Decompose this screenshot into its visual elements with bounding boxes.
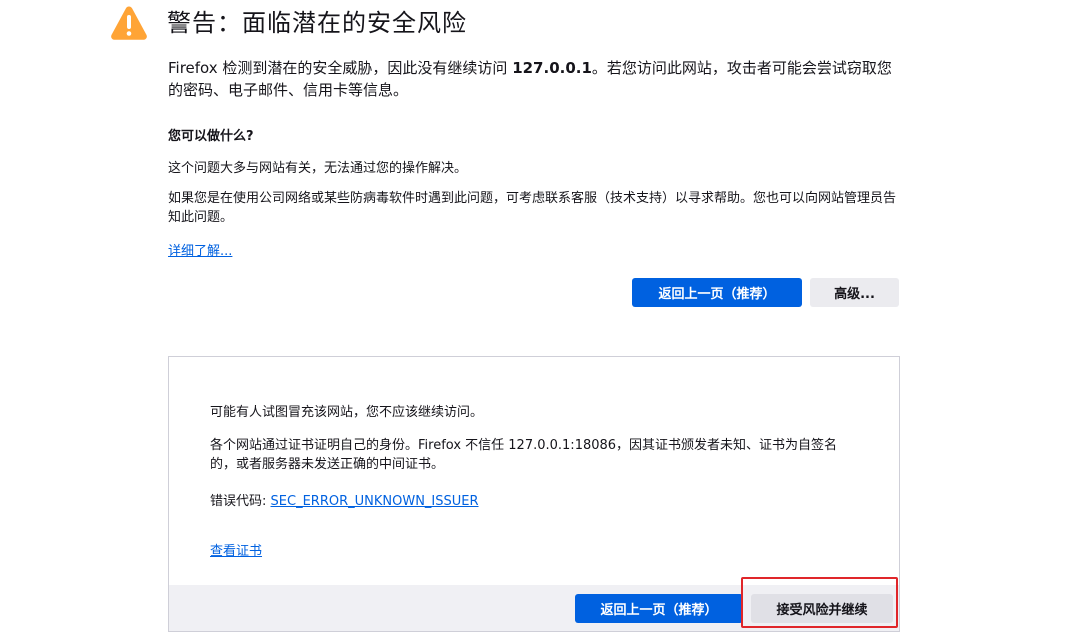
what-to-do-paragraph-1: 这个问题大多与网站有关，无法通过您的操作解决。 <box>168 161 468 176</box>
learn-more-link[interactable]: 详细了解... <box>168 240 232 259</box>
what-to-do-heading: 您可以做什么? <box>168 129 254 144</box>
go-back-button-advanced[interactable]: 返回上一页（推荐） <box>575 594 743 623</box>
advanced-panel-footer: 返回上一页（推荐） 接受风险并继续 <box>169 585 899 631</box>
page-title: 警告：面临潜在的安全风险 <box>167 9 467 37</box>
advanced-panel: 可能有人试图冒充该网站，您不应该继续访问。 各个网站通过证书证明自己的身份。Fi… <box>168 356 900 632</box>
what-to-do-paragraph-2: 如果您是在使用公司网络或某些防病毒软件时遇到此问题，可考虑联系客服（技术支持）以… <box>168 191 897 225</box>
intro-text-before: Firefox 检测到潜在的安全威胁，因此没有继续访问 <box>168 59 513 77</box>
advanced-panel-warning-text: 可能有人试图冒充该网站，您不应该继续访问。 <box>210 405 484 420</box>
error-code-row: 错误代码: SEC_ERROR_UNKNOWN_ISSUER <box>210 490 479 509</box>
error-code-link[interactable]: SEC_ERROR_UNKNOWN_ISSUER <box>271 494 479 509</box>
advanced-button[interactable]: 高级... <box>810 278 899 307</box>
error-code-label: 错误代码: <box>210 494 267 509</box>
security-warning-page: 警告：面临潜在的安全风险 Firefox 检测到潜在的安全威胁，因此没有继续访问… <box>0 0 1080 636</box>
intro-text: Firefox 检测到潜在的安全威胁，因此没有继续访问 127.0.0.1。若您… <box>168 57 898 101</box>
view-certificate-link[interactable]: 查看证书 <box>210 540 262 559</box>
intro-host: 127.0.0.1 <box>512 59 592 77</box>
warning-triangle-icon <box>111 6 147 40</box>
advanced-panel-certificate-text: 各个网站通过证书证明自己的身份。Firefox 不信任 127.0.0.1:18… <box>210 438 838 472</box>
accept-risk-button[interactable]: 接受风险并继续 <box>751 594 893 623</box>
go-back-button[interactable]: 返回上一页（推荐） <box>632 278 802 307</box>
